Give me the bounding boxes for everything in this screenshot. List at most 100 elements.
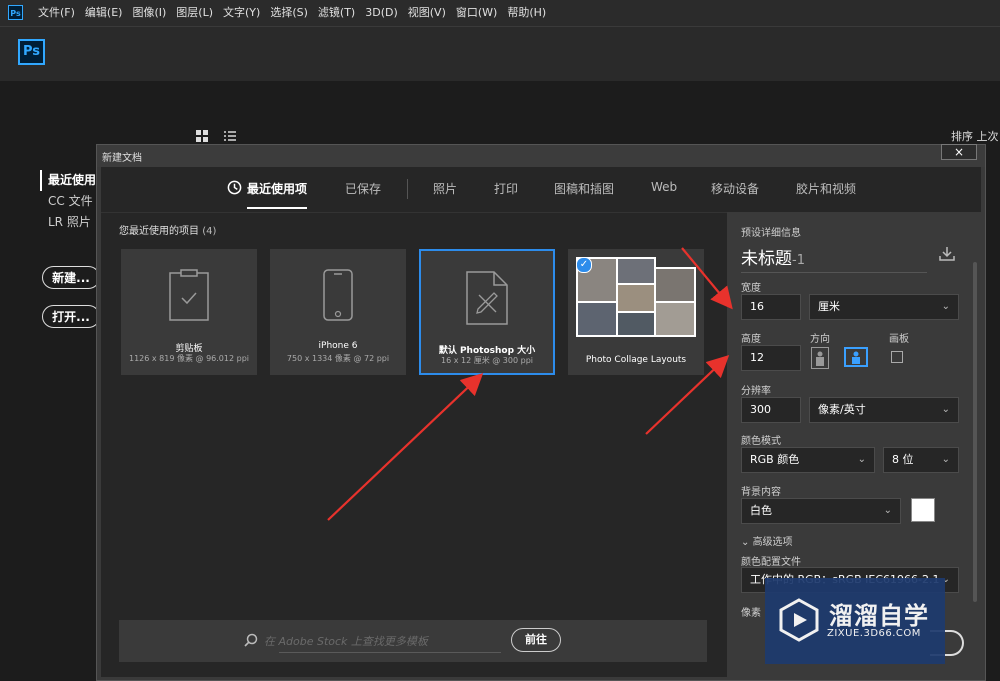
- grid-view-icon[interactable]: [196, 130, 208, 142]
- tab-saved[interactable]: 已保存: [345, 180, 381, 197]
- chevron-down-icon: ⌄: [741, 537, 753, 548]
- list-view-icon[interactable]: [224, 130, 236, 142]
- bit-depth-value: 8 位: [892, 453, 914, 466]
- menu-3d[interactable]: 3D(D): [365, 0, 398, 26]
- document-name-field[interactable]: 未标题-1: [741, 244, 805, 269]
- orientation-label: 方向: [810, 334, 830, 345]
- menu-view[interactable]: 视图(V): [408, 0, 446, 26]
- menu-filter[interactable]: 滤镜(T): [318, 0, 355, 26]
- search-icon: [244, 633, 258, 650]
- menu-bar: Ps 文件(F) 编辑(E) 图像(I) 图层(L) 文字(Y) 选择(S) 滤…: [0, 0, 1000, 27]
- menu-edit[interactable]: 编辑(E): [85, 0, 123, 26]
- dialog-title: 新建文档: [102, 153, 142, 164]
- view-toggle: [196, 130, 236, 142]
- width-unit-value: 厘米: [818, 300, 840, 313]
- advanced-options-label: 高级选项: [752, 537, 793, 548]
- resolution-unit-value: 像素/英寸: [818, 403, 866, 416]
- artboard-label: 画板: [889, 334, 909, 345]
- preset-desc: 1126 x 819 像素 @ 96.012 ppi: [129, 354, 249, 363]
- watermark-text: 溜溜自学: [829, 602, 929, 630]
- background-label: 背景内容: [741, 487, 781, 498]
- resolution-label: 分辨率: [741, 386, 771, 397]
- advanced-options-toggle[interactable]: ⌄ 高级选项: [741, 533, 793, 548]
- panel-scrollbar[interactable]: [973, 262, 977, 602]
- color-mode-label: 颜色模式: [741, 436, 781, 447]
- home-nav-lr-photos[interactable]: LR 照片: [40, 212, 96, 233]
- document-name: 未标题: [741, 249, 792, 269]
- recent-items-count: (4): [202, 226, 217, 237]
- photoshop-home-logo[interactable]: Ps: [18, 39, 45, 65]
- landscape-orientation-icon[interactable]: [844, 347, 868, 370]
- preset-card-clipboard[interactable]: 剪贴板 1126 x 819 像素 @ 96.012 ppi: [121, 249, 257, 375]
- tab-divider: [407, 179, 408, 199]
- tab-photo[interactable]: 照片: [433, 180, 457, 197]
- height-input[interactable]: 12: [741, 345, 801, 371]
- tab-art-illustration[interactable]: 图稿和插图: [554, 180, 614, 197]
- chevron-down-icon: ⌄: [941, 301, 950, 312]
- preset-desc: 16 x 12 厘米 @ 300 ppi: [441, 356, 533, 365]
- new-button[interactable]: 新建...: [42, 266, 100, 289]
- bit-depth-select[interactable]: 8 位 ⌄: [883, 447, 959, 473]
- home-header: Ps: [0, 27, 1000, 81]
- home-nav: 最近使用 CC 文件 LR 照片: [40, 170, 96, 233]
- stock-search-input[interactable]: 在 Adobe Stock 上查找更多模板: [264, 633, 428, 649]
- dialog-titlebar: 新建文档 ×: [97, 144, 985, 167]
- menu-items: 文件(F) 编辑(E) 图像(I) 图层(L) 文字(Y) 选择(S) 滤镜(T…: [38, 0, 546, 26]
- width-input[interactable]: 16: [741, 294, 801, 320]
- resolution-unit-select[interactable]: 像素/英寸 ⌄: [809, 397, 959, 423]
- menu-image[interactable]: 图像(I): [132, 0, 166, 26]
- chevron-down-icon: ⌄: [941, 454, 950, 465]
- background-color-swatch[interactable]: [911, 498, 935, 522]
- title-underline: [741, 272, 927, 273]
- artboard-checkbox[interactable]: [891, 351, 903, 363]
- selected-check-icon: ✓: [576, 257, 592, 273]
- open-button[interactable]: 打开...: [42, 305, 100, 328]
- clock-icon: [227, 180, 242, 198]
- preset-card-default-photoshop[interactable]: 默认 Photoshop 大小 16 x 12 厘米 @ 300 ppi: [419, 249, 555, 375]
- photoshop-logo: Ps: [8, 5, 23, 20]
- tab-print[interactable]: 打印: [494, 180, 518, 197]
- save-preset-icon[interactable]: [939, 247, 955, 264]
- recent-items-title: 您最近使用的项目: [119, 226, 199, 237]
- color-mode-select[interactable]: RGB 颜色 ⌄: [741, 447, 875, 473]
- tab-mobile[interactable]: 移动设备: [711, 180, 759, 197]
- tab-web[interactable]: Web: [651, 180, 677, 194]
- portrait-orientation-icon[interactable]: [811, 347, 829, 372]
- menu-help[interactable]: 帮助(H): [507, 0, 546, 26]
- search-underline: [279, 652, 501, 653]
- recent-items-label: 您最近使用的项目 (4): [119, 222, 216, 237]
- menu-type[interactable]: 文字(Y): [223, 0, 260, 26]
- clipboard-icon: [169, 269, 209, 324]
- tab-film-video[interactable]: 胶片和视频: [796, 180, 856, 197]
- document-pen-icon: [466, 271, 508, 328]
- home-nav-cc-files[interactable]: CC 文件: [40, 191, 96, 212]
- chevron-down-icon: ⌄: [941, 404, 950, 415]
- background-select[interactable]: 白色 ⌄: [741, 498, 901, 524]
- tab-recent[interactable]: 最近使用项: [247, 180, 308, 209]
- chevron-down-icon: ⌄: [883, 505, 892, 516]
- menu-file[interactable]: 文件(F): [38, 0, 75, 26]
- collage-thumbnail: [576, 257, 696, 337]
- watermark: 溜溜自学 ZIXUE.3D66.COM: [765, 578, 945, 664]
- menu-select[interactable]: 选择(S): [270, 0, 308, 26]
- phone-icon: [323, 269, 353, 324]
- document-name-suffix: -1: [792, 253, 805, 268]
- preset-name: Photo Collage Layouts: [585, 355, 687, 365]
- home-nav-recent[interactable]: 最近使用: [40, 170, 96, 191]
- background-value: 白色: [750, 504, 772, 517]
- preset-details-label: 预设详细信息: [741, 228, 801, 239]
- pixel-ratio-label: 像素: [741, 608, 761, 619]
- resolution-input[interactable]: 300: [741, 397, 801, 423]
- chevron-down-icon: ⌄: [857, 454, 866, 465]
- preset-card-photo-collage[interactable]: ✓ Photo Collage Layouts: [568, 249, 704, 375]
- sort-label[interactable]: 排序 上次: [951, 128, 999, 144]
- close-button[interactable]: ×: [941, 144, 977, 160]
- menu-window[interactable]: 窗口(W): [456, 0, 497, 26]
- go-button[interactable]: 前往: [511, 628, 561, 652]
- width-unit-select[interactable]: 厘米 ⌄: [809, 294, 959, 320]
- preset-card-iphone6[interactable]: iPhone 6 750 x 1334 像素 @ 72 ppi: [270, 249, 406, 375]
- menu-layer[interactable]: 图层(L): [176, 0, 213, 26]
- preset-desc: 750 x 1334 像素 @ 72 ppi: [286, 354, 390, 363]
- preset-tabs: 最近使用项 已保存 照片 打印 图稿和插图 Web 移动设备 胶片和视频: [101, 167, 981, 213]
- watermark-logo: [777, 598, 821, 645]
